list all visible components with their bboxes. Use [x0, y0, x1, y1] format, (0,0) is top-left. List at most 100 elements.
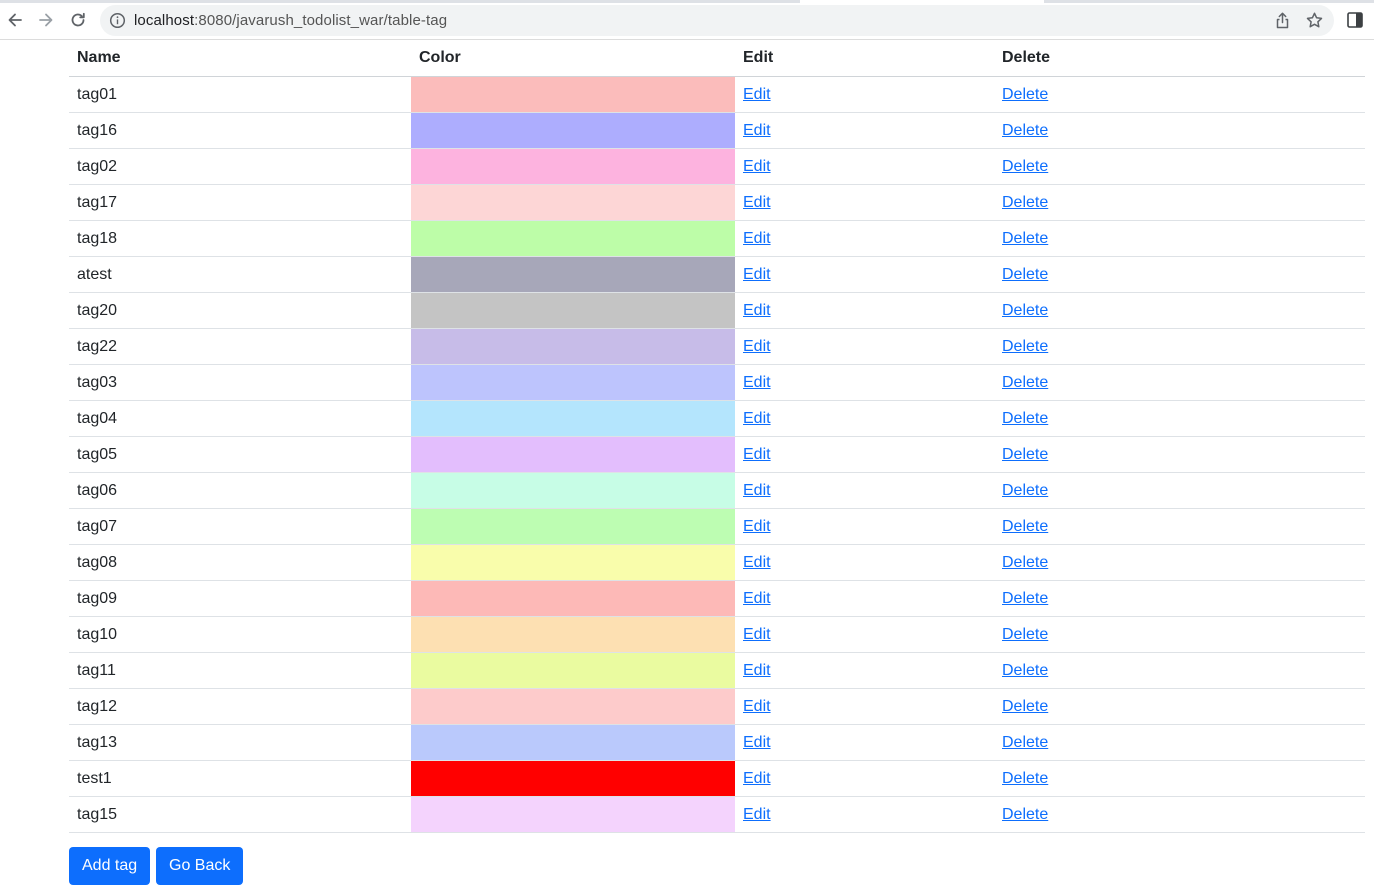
- delete-link[interactable]: Delete: [1002, 698, 1048, 715]
- delete-cell: Delete: [994, 364, 1365, 401]
- side-panel-icon[interactable]: [1346, 11, 1364, 29]
- edit-link[interactable]: Edit: [743, 518, 771, 535]
- edit-cell: Edit: [735, 184, 994, 221]
- tag-name-cell: tag07: [69, 508, 411, 545]
- reload-button[interactable]: [66, 8, 90, 32]
- delete-cell: Delete: [994, 436, 1365, 473]
- back-button[interactable]: [3, 8, 27, 32]
- delete-link[interactable]: Delete: [1002, 662, 1048, 679]
- tag-name-cell: tag03: [69, 364, 411, 401]
- edit-link[interactable]: Edit: [743, 590, 771, 607]
- address-bar[interactable]: localhost:8080/javarush_todolist_war/tab…: [100, 5, 1334, 36]
- edit-link[interactable]: Edit: [743, 770, 771, 787]
- edit-cell: Edit: [735, 472, 994, 509]
- edit-cell: Edit: [735, 544, 994, 581]
- edit-cell: Edit: [735, 148, 994, 185]
- url-text[interactable]: localhost:8080/javarush_todolist_war/tab…: [134, 12, 447, 29]
- table-row: tag13 Edit Delete: [69, 724, 1365, 761]
- delete-link[interactable]: Delete: [1002, 446, 1048, 463]
- tag-color-swatch: [411, 400, 735, 437]
- edit-link[interactable]: Edit: [743, 626, 771, 643]
- delete-link[interactable]: Delete: [1002, 482, 1048, 499]
- table-row: tag17 Edit Delete: [69, 184, 1365, 221]
- edit-link[interactable]: Edit: [743, 698, 771, 715]
- edit-link[interactable]: Edit: [743, 446, 771, 463]
- star-icon[interactable]: [1305, 11, 1324, 30]
- tab-strip: [0, 0, 1374, 3]
- tag-name-cell: atest: [69, 256, 411, 293]
- delete-link[interactable]: Delete: [1002, 590, 1048, 607]
- tag-name-cell: tag02: [69, 148, 411, 185]
- tag-color-swatch: [411, 76, 735, 113]
- delete-link[interactable]: Delete: [1002, 230, 1048, 247]
- url-host: localhost: [134, 12, 195, 29]
- delete-cell: Delete: [994, 472, 1365, 509]
- edit-link[interactable]: Edit: [743, 302, 771, 319]
- add-tag-button[interactable]: Add tag: [69, 847, 151, 885]
- delete-cell: Delete: [994, 724, 1365, 761]
- table-row: atest Edit Delete: [69, 256, 1365, 293]
- edit-link[interactable]: Edit: [743, 86, 771, 103]
- tag-color-swatch: [411, 292, 735, 329]
- table-row: tag05 Edit Delete: [69, 436, 1365, 473]
- table-row: tag16 Edit Delete: [69, 112, 1365, 149]
- delete-link[interactable]: Delete: [1002, 194, 1048, 211]
- delete-link[interactable]: Delete: [1002, 770, 1048, 787]
- edit-cell: Edit: [735, 508, 994, 545]
- delete-link[interactable]: Delete: [1002, 338, 1048, 355]
- tag-color-swatch: [411, 220, 735, 257]
- delete-link[interactable]: Delete: [1002, 410, 1048, 427]
- table-row: tag20 Edit Delete: [69, 292, 1365, 329]
- delete-link[interactable]: Delete: [1002, 554, 1048, 571]
- edit-link[interactable]: Edit: [743, 266, 771, 283]
- delete-link[interactable]: Delete: [1002, 374, 1048, 391]
- edit-cell: Edit: [735, 112, 994, 149]
- info-icon[interactable]: [109, 12, 126, 29]
- edit-link[interactable]: Edit: [743, 662, 771, 679]
- delete-cell: Delete: [994, 616, 1365, 653]
- edit-link[interactable]: Edit: [743, 122, 771, 139]
- delete-link[interactable]: Delete: [1002, 266, 1048, 283]
- tag-name-cell: tag06: [69, 472, 411, 509]
- table-row: tag06 Edit Delete: [69, 472, 1365, 509]
- edit-link[interactable]: Edit: [743, 230, 771, 247]
- delete-link[interactable]: Delete: [1002, 122, 1048, 139]
- edit-link[interactable]: Edit: [743, 158, 771, 175]
- edit-link[interactable]: Edit: [743, 194, 771, 211]
- delete-link[interactable]: Delete: [1002, 86, 1048, 103]
- delete-cell: Delete: [994, 112, 1365, 149]
- tag-table: Name Color Edit Delete tag01 Edit Delete ta…: [69, 40, 1365, 833]
- edit-link[interactable]: Edit: [743, 554, 771, 571]
- edit-cell: Edit: [735, 256, 994, 293]
- edit-link[interactable]: Edit: [743, 482, 771, 499]
- edit-cell: Edit: [735, 724, 994, 761]
- table-row: tag04 Edit Delete: [69, 400, 1365, 437]
- edit-cell: Edit: [735, 796, 994, 833]
- reload-icon: [71, 12, 85, 27]
- delete-link[interactable]: Delete: [1002, 734, 1048, 751]
- forward-button[interactable]: [34, 8, 58, 32]
- go-back-button[interactable]: Go Back: [156, 847, 244, 885]
- delete-link[interactable]: Delete: [1002, 806, 1048, 823]
- tag-color-swatch: [411, 256, 735, 293]
- edit-link[interactable]: Edit: [743, 734, 771, 751]
- edit-cell: Edit: [735, 76, 994, 113]
- delete-link[interactable]: Delete: [1002, 158, 1048, 175]
- delete-cell: Delete: [994, 184, 1365, 221]
- tag-color-swatch: [411, 760, 735, 797]
- edit-link[interactable]: Edit: [743, 410, 771, 427]
- edit-link[interactable]: Edit: [743, 806, 771, 823]
- edit-cell: Edit: [735, 688, 994, 725]
- delete-cell: Delete: [994, 400, 1365, 437]
- tag-name-cell: tag09: [69, 580, 411, 617]
- delete-link[interactable]: Delete: [1002, 302, 1048, 319]
- delete-link[interactable]: Delete: [1002, 626, 1048, 643]
- tag-color-swatch: [411, 472, 735, 509]
- delete-link[interactable]: Delete: [1002, 518, 1048, 535]
- share-icon[interactable]: [1273, 11, 1292, 30]
- header-delete: Delete: [994, 40, 1365, 77]
- edit-cell: Edit: [735, 760, 994, 797]
- edit-link[interactable]: Edit: [743, 338, 771, 355]
- edit-link[interactable]: Edit: [743, 374, 771, 391]
- table-row: tag11 Edit Delete: [69, 652, 1365, 689]
